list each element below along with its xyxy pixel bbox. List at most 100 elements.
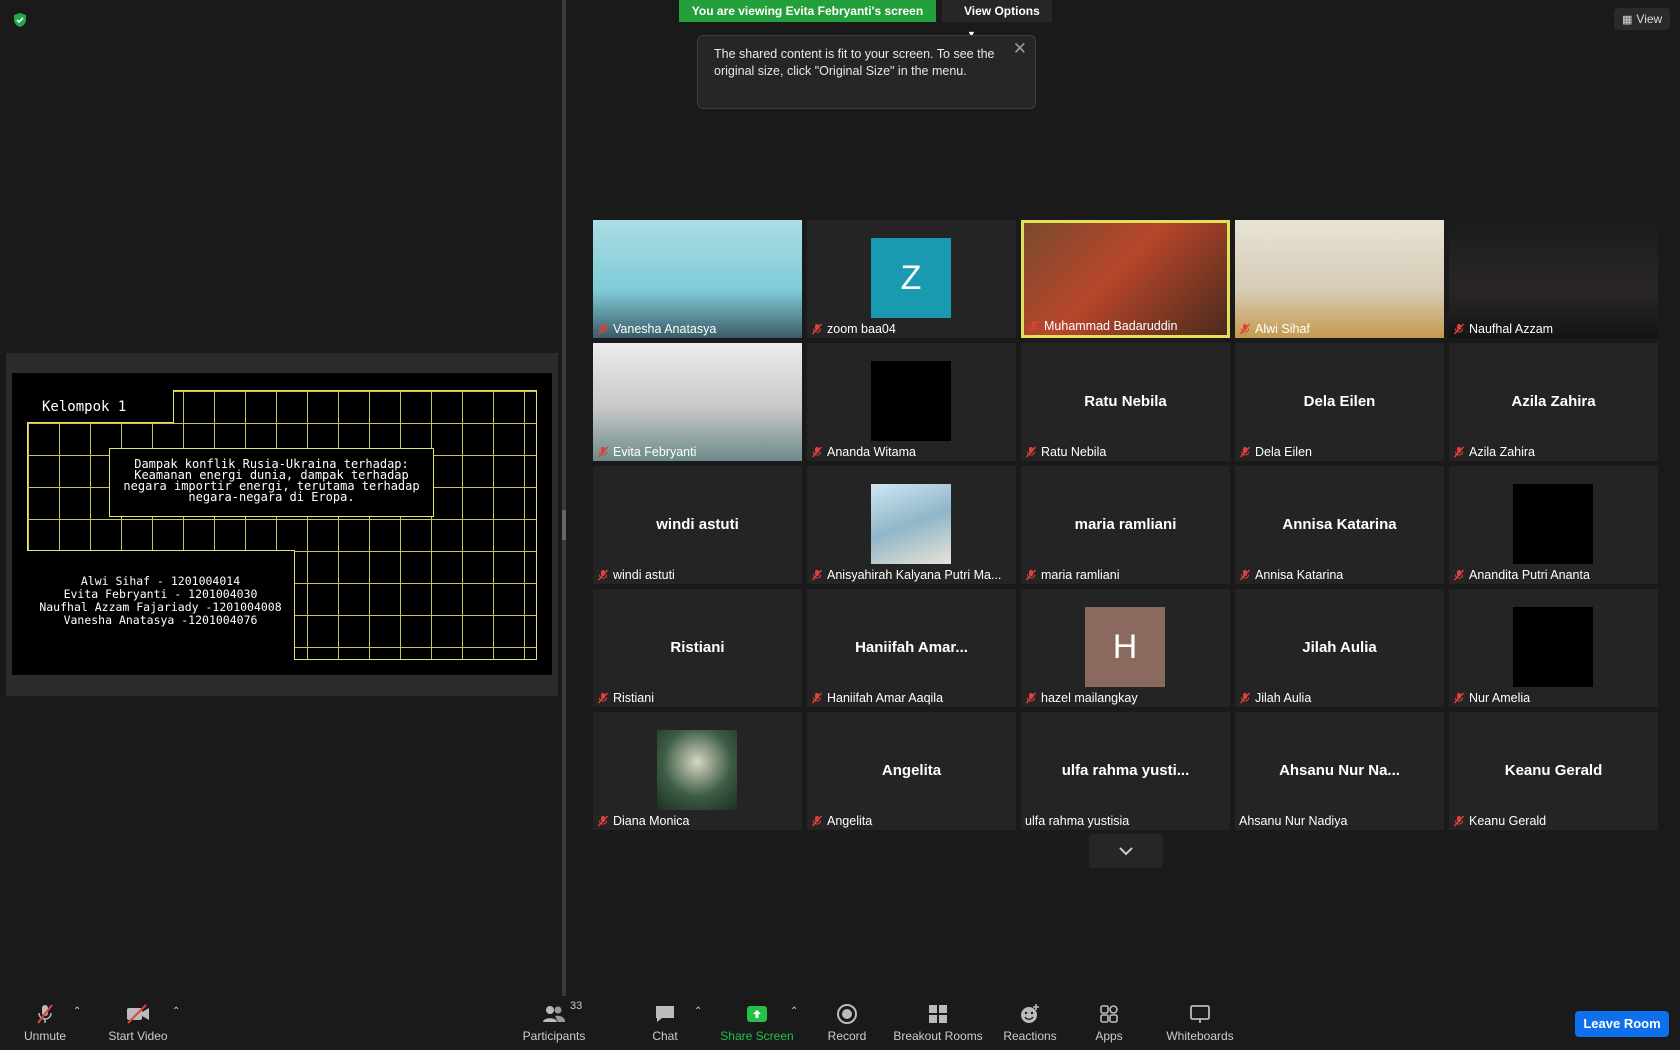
participant-display-name: Annisa Katarina bbox=[1282, 516, 1397, 533]
avatar bbox=[1513, 607, 1593, 687]
participant-tile[interactable]: Ristiani Ristiani bbox=[593, 589, 802, 707]
participant-tile[interactable]: windi astuti windi astuti bbox=[593, 466, 802, 584]
participant-name-label: Anisyahirah Kalyana Putri Ma... bbox=[811, 568, 1001, 582]
participant-display-name: Ratu Nebila bbox=[1084, 393, 1167, 410]
participant-tile[interactable]: Zzoom baa04 bbox=[807, 220, 1016, 338]
avatar bbox=[871, 484, 951, 564]
whiteboard-icon bbox=[1190, 1005, 1210, 1023]
view-options-button[interactable]: View Options ▼ bbox=[942, 0, 1052, 39]
close-icon[interactable]: ✕ bbox=[1013, 40, 1027, 57]
share-screen-icon bbox=[747, 1006, 767, 1022]
participant-tile[interactable]: maria ramliani maria ramliani bbox=[1021, 466, 1230, 584]
breakout-rooms-button[interactable]: Breakout Rooms bbox=[893, 1002, 983, 1046]
participant-display-name: Angelita bbox=[881, 762, 942, 779]
whiteboards-button[interactable]: Whiteboards bbox=[1162, 1002, 1238, 1046]
smiley-plus-icon bbox=[1021, 1004, 1039, 1023]
microphone-muted-icon bbox=[1025, 446, 1037, 458]
avatar: H bbox=[1085, 607, 1165, 687]
participant-name-label: Annisa Katarina bbox=[1239, 568, 1343, 582]
participant-tile[interactable]: ulfa rahma yusti... ulfa rahma yustisia bbox=[1021, 712, 1230, 830]
chat-options-caret-icon[interactable]: ⌃ bbox=[694, 1006, 702, 1017]
avatar bbox=[871, 361, 951, 441]
unmute-button[interactable]: Unmute bbox=[20, 1002, 70, 1046]
participant-name-label: Dela Eilen bbox=[1239, 445, 1312, 459]
video-options-caret-icon[interactable]: ⌃ bbox=[172, 1006, 180, 1017]
participant-tile[interactable]: Muhammad Badaruddin bbox=[1021, 220, 1230, 338]
participant-name-label: zoom baa04 bbox=[811, 322, 896, 336]
participant-tile[interactable]: Jilah Aulia Jilah Aulia bbox=[1235, 589, 1444, 707]
participant-name-label: Muhammad Badaruddin bbox=[1028, 319, 1177, 333]
audio-options-caret-icon[interactable]: ⌃ bbox=[73, 1006, 81, 1017]
split-divider-handle[interactable] bbox=[562, 510, 566, 540]
split-divider[interactable] bbox=[562, 0, 566, 996]
participant-tile[interactable]: Evita Febryanti bbox=[593, 343, 802, 461]
participant-tile[interactable]: Ratu Nebila Ratu Nebila bbox=[1021, 343, 1230, 461]
participant-name-label: Vanesha Anatasya bbox=[597, 322, 716, 336]
microphone-muted-icon bbox=[1025, 569, 1037, 581]
participant-tile[interactable]: Keanu Gerald Keanu Gerald bbox=[1449, 712, 1658, 830]
microphone-muted-icon bbox=[597, 323, 609, 335]
record-icon bbox=[837, 1004, 857, 1024]
participant-tile[interactable]: Hhazel mailangkay bbox=[1021, 589, 1230, 707]
participant-tile[interactable]: Ahsanu Nur Na... Ahsanu Nur Nadiya bbox=[1235, 712, 1444, 830]
record-button[interactable]: Record bbox=[825, 1002, 869, 1046]
participant-tile[interactable]: Anandita Putri Ananta bbox=[1449, 466, 1658, 584]
microphone-muted-icon bbox=[1028, 320, 1040, 332]
avatar: Z bbox=[871, 238, 951, 318]
participant-display-name: Haniifah Amar... bbox=[855, 639, 968, 656]
microphone-muted-icon bbox=[811, 323, 823, 335]
meeting-toolbar: Unmute ⌃ Start Video ⌃ Participants 33 C… bbox=[0, 996, 1680, 1050]
participant-tile[interactable]: Anisyahirah Kalyana Putri Ma... bbox=[807, 466, 1016, 584]
shared-screen-panel: Kelompok 1 Dampak konflik Rusia-Ukraina … bbox=[0, 0, 562, 996]
microphone-muted-icon bbox=[1239, 446, 1251, 458]
reactions-button[interactable]: Reactions bbox=[1002, 1002, 1058, 1046]
start-video-button[interactable]: Start Video bbox=[105, 1002, 171, 1046]
participant-name-label: Ristiani bbox=[597, 691, 654, 705]
participant-tile[interactable]: Diana Monica bbox=[593, 712, 802, 830]
participant-tile[interactable]: Haniifah Amar... Haniifah Amar Aaqila bbox=[807, 589, 1016, 707]
participant-display-name: Dela Eilen bbox=[1303, 393, 1376, 410]
microphone-muted-icon bbox=[37, 1004, 53, 1024]
microphone-muted-icon bbox=[597, 692, 609, 704]
grid-icon: ▦ bbox=[1622, 14, 1633, 26]
microphone-muted-icon bbox=[811, 569, 823, 581]
gallery-next-page-button[interactable] bbox=[1089, 834, 1163, 868]
fit-to-screen-tooltip: The shared content is fit to your screen… bbox=[697, 35, 1036, 109]
participant-display-name: windi astuti bbox=[656, 516, 739, 533]
participant-name-label: Ratu Nebila bbox=[1025, 445, 1106, 459]
participant-display-name: Ahsanu Nur Na... bbox=[1279, 762, 1400, 779]
participant-tile[interactable]: Vanesha Anatasya bbox=[593, 220, 802, 338]
chat-icon bbox=[656, 1006, 674, 1022]
breakout-rooms-icon bbox=[929, 1005, 947, 1023]
microphone-muted-icon bbox=[597, 446, 609, 458]
microphone-muted-icon bbox=[1239, 692, 1251, 704]
participant-name-label: Azila Zahira bbox=[1453, 445, 1535, 459]
microphone-muted-icon bbox=[1453, 815, 1465, 827]
apps-button[interactable]: Apps bbox=[1090, 1002, 1128, 1046]
participant-name-label: Keanu Gerald bbox=[1453, 814, 1546, 828]
participant-tile[interactable]: Ananda Witama bbox=[807, 343, 1016, 461]
slide-main-text: Dampak konflik Rusia-Ukraina terhadap: K… bbox=[123, 457, 420, 504]
participant-name-label: maria ramliani bbox=[1025, 568, 1120, 582]
security-shield-icon[interactable] bbox=[12, 12, 28, 28]
participant-tile[interactable]: Naufhal Azzam bbox=[1449, 220, 1658, 338]
leave-room-button[interactable]: Leave Room bbox=[1575, 1011, 1669, 1037]
microphone-muted-icon bbox=[1453, 692, 1465, 704]
share-screen-button[interactable]: Share Screen bbox=[720, 1002, 794, 1046]
participant-tile[interactable]: Dela Eilen Dela Eilen bbox=[1235, 343, 1444, 461]
participant-display-name: Ristiani bbox=[670, 639, 725, 656]
participant-tile[interactable]: Alwi Sihaf bbox=[1235, 220, 1444, 338]
microphone-muted-icon bbox=[1239, 323, 1251, 335]
participant-tile[interactable]: Nur Amelia bbox=[1449, 589, 1658, 707]
view-layout-button[interactable]: ▦ View bbox=[1614, 8, 1670, 30]
participant-tile[interactable]: Angelita Angelita bbox=[807, 712, 1016, 830]
participant-name-label: Anandita Putri Ananta bbox=[1453, 568, 1590, 582]
chat-button[interactable]: Chat bbox=[645, 1002, 685, 1046]
share-options-caret-icon[interactable]: ⌃ bbox=[790, 1006, 798, 1017]
participant-tile[interactable]: Annisa Katarina Annisa Katarina bbox=[1235, 466, 1444, 584]
participant-name-label: Ahsanu Nur Nadiya bbox=[1239, 814, 1348, 828]
microphone-muted-icon bbox=[1239, 569, 1251, 581]
shared-content-frame: Kelompok 1 Dampak konflik Rusia-Ukraina … bbox=[6, 353, 558, 696]
participant-tile[interactable]: Azila Zahira Azila Zahira bbox=[1449, 343, 1658, 461]
viewing-screen-banner: You are viewing Evita Febryanti's screen bbox=[679, 0, 936, 22]
